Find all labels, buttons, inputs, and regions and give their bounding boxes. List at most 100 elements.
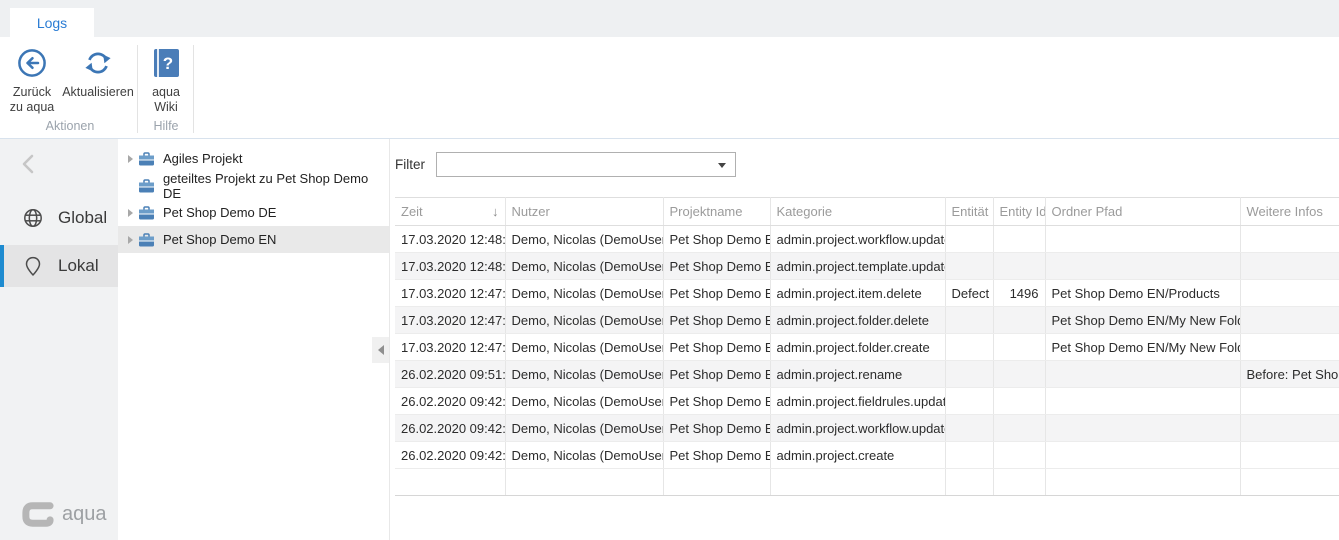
table-row[interactable]: 26.02.2020 09:42:12Demo, Nicolas (DemoUs… — [395, 442, 1339, 469]
cell-weitere-infos — [1240, 334, 1339, 361]
expand-arrow-placeholder — [124, 182, 136, 190]
ribbon-group-label-hilfe: Hilfe — [140, 119, 192, 133]
column-header-nutzer[interactable]: Nutzer — [505, 198, 663, 226]
tree-collapse-splitter[interactable] — [372, 337, 389, 363]
location-pin-icon — [22, 255, 44, 277]
cell-entity-id — [993, 226, 1045, 253]
back-button-label-line2: zu aqua — [10, 100, 54, 115]
sidebar-item-global[interactable]: Global — [0, 197, 118, 239]
cell-kategorie: admin.project.item.delete — [770, 280, 945, 307]
tab-logs[interactable]: Logs — [10, 8, 94, 37]
table-row[interactable]: 17.03.2020 12:47:26Demo, Nicolas (DemoUs… — [395, 307, 1339, 334]
expand-arrow-icon[interactable] — [124, 236, 136, 244]
cell-entitaet — [945, 469, 993, 496]
filter-combobox[interactable] — [436, 152, 736, 177]
cell-nutzer: Demo, Nicolas (DemoUser) — [505, 415, 663, 442]
project-briefcase-icon — [138, 151, 155, 167]
refresh-icon — [83, 46, 113, 80]
column-header-entitaet[interactable]: Entität — [945, 198, 993, 226]
column-header-kategorie[interactable]: Kategorie — [770, 198, 945, 226]
table-row[interactable]: 26.02.2020 09:42:13Demo, Nicolas (DemoUs… — [395, 415, 1339, 442]
tree-item-label: geteiltes Projekt zu Pet Shop Demo DE — [163, 171, 389, 201]
cell-zeit — [395, 469, 505, 496]
column-header-ordner-pfad[interactable]: Ordner Pfad — [1045, 198, 1240, 226]
cell-entitaet — [945, 361, 993, 388]
cell-entitaet — [945, 415, 993, 442]
aqua-wiki-button[interactable]: ? aqua Wiki — [140, 46, 192, 115]
cell-projektname: Pet Shop Demo EN — [663, 334, 770, 361]
cell-weitere-infos — [1240, 442, 1339, 469]
cell-kategorie: admin.project.template.update — [770, 253, 945, 280]
cell-entity-id — [993, 469, 1045, 496]
back-circle-arrow-icon — [16, 46, 48, 80]
cell-nutzer: Demo, Nicolas (DemoUser) — [505, 334, 663, 361]
cell-entity-id — [993, 361, 1045, 388]
tree-item-pet-shop-demo-en[interactable]: Pet Shop Demo EN — [118, 226, 389, 253]
cell-nutzer: Demo, Nicolas (DemoUser) — [505, 361, 663, 388]
cell-nutzer: Demo, Nicolas (DemoUser) — [505, 280, 663, 307]
book-question-icon: ? — [154, 46, 179, 80]
expand-arrow-icon[interactable] — [124, 155, 136, 163]
table-row[interactable]: 26.02.2020 09:42:13Demo, Nicolas (DemoUs… — [395, 388, 1339, 415]
sidebar-item-global-label: Global — [58, 208, 107, 228]
cell-entity-id — [993, 253, 1045, 280]
column-header-entity-id[interactable]: Entity Id — [993, 198, 1045, 226]
cell-kategorie — [770, 469, 945, 496]
aqua-logo: aqua — [20, 499, 107, 530]
sidebar-collapse-button[interactable] — [21, 153, 35, 175]
cell-entity-id — [993, 334, 1045, 361]
cell-entitaet — [945, 307, 993, 334]
sidebar-item-lokal[interactable]: Lokal — [0, 245, 118, 287]
cell-nutzer — [505, 469, 663, 496]
cell-entitaet — [945, 334, 993, 361]
cell-kategorie: admin.project.create — [770, 442, 945, 469]
column-header-zeit[interactable]: Zeit ↓ — [395, 198, 505, 226]
table-row[interactable]: 26.02.2020 09:51:41Demo, Nicolas (DemoUs… — [395, 361, 1339, 388]
tree-item-label: Pet Shop Demo DE — [163, 205, 276, 220]
column-header-projektname[interactable]: Projektname — [663, 198, 770, 226]
cell-ordner-pfad — [1045, 388, 1240, 415]
chevron-left-icon — [21, 153, 35, 175]
log-table: Zeit ↓ Nutzer Projektname Kategorie Enti… — [395, 197, 1339, 496]
cell-zeit: 17.03.2020 12:47:15 — [395, 334, 505, 361]
expand-arrow-icon[interactable] — [124, 209, 136, 217]
table-row[interactable]: 17.03.2020 12:48:34Demo, Nicolas (DemoUs… — [395, 253, 1339, 280]
filter-row: Filter — [395, 151, 736, 177]
cell-zeit: 17.03.2020 12:47:26 — [395, 307, 505, 334]
cell-entitaet — [945, 253, 993, 280]
cell-kategorie: admin.project.rename — [770, 361, 945, 388]
tree-item-geteiltes-projekt[interactable]: geteiltes Projekt zu Pet Shop Demo DE — [118, 172, 389, 199]
tree-item-pet-shop-demo-de[interactable]: Pet Shop Demo DE — [118, 199, 389, 226]
cell-nutzer: Demo, Nicolas (DemoUser) — [505, 253, 663, 280]
cell-ordner-pfad: Pet Shop Demo EN/My New Folder — [1045, 334, 1240, 361]
refresh-button[interactable]: Aktualisieren — [60, 46, 136, 100]
filter-label: Filter — [395, 157, 425, 172]
table-row[interactable]: 17.03.2020 12:47:56Demo, Nicolas (DemoUs… — [395, 280, 1339, 307]
cell-entitaet — [945, 388, 993, 415]
cell-ordner-pfad — [1045, 253, 1240, 280]
book-spine — [157, 49, 159, 77]
cell-weitere-infos — [1240, 280, 1339, 307]
column-header-weitere-infos[interactable]: Weitere Infos — [1240, 198, 1339, 226]
table-header-row: Zeit ↓ Nutzer Projektname Kategorie Enti… — [395, 198, 1339, 226]
tree-item-agiles-projekt[interactable]: Agiles Projekt — [118, 145, 389, 172]
cell-entity-id — [993, 307, 1045, 334]
cell-projektname: Pet Shop Demo EN — [663, 226, 770, 253]
cell-ordner-pfad — [1045, 469, 1240, 496]
cell-entity-id — [993, 388, 1045, 415]
cell-nutzer: Demo, Nicolas (DemoUser) — [505, 307, 663, 334]
cell-ordner-pfad — [1045, 415, 1240, 442]
ribbon-group-separator — [137, 45, 138, 133]
cell-projektname: Pet Shop Demo EN — [663, 388, 770, 415]
project-briefcase-icon — [138, 232, 155, 248]
cell-kategorie: admin.project.fieldrules.update — [770, 388, 945, 415]
table-row-empty[interactable] — [395, 469, 1339, 496]
cell-projektname: Pet Shop Demo EN — [663, 442, 770, 469]
cell-weitere-infos — [1240, 226, 1339, 253]
table-row[interactable]: 17.03.2020 12:48:34Demo, Nicolas (DemoUs… — [395, 226, 1339, 253]
cell-zeit: 26.02.2020 09:42:13 — [395, 415, 505, 442]
back-to-aqua-button[interactable]: Zurück zu aqua — [4, 46, 60, 115]
cell-projektname: Pet Shop Demo EN — [663, 307, 770, 334]
table-row[interactable]: 17.03.2020 12:47:15Demo, Nicolas (DemoUs… — [395, 334, 1339, 361]
cell-ordner-pfad: Pet Shop Demo EN/My New Folder — [1045, 307, 1240, 334]
